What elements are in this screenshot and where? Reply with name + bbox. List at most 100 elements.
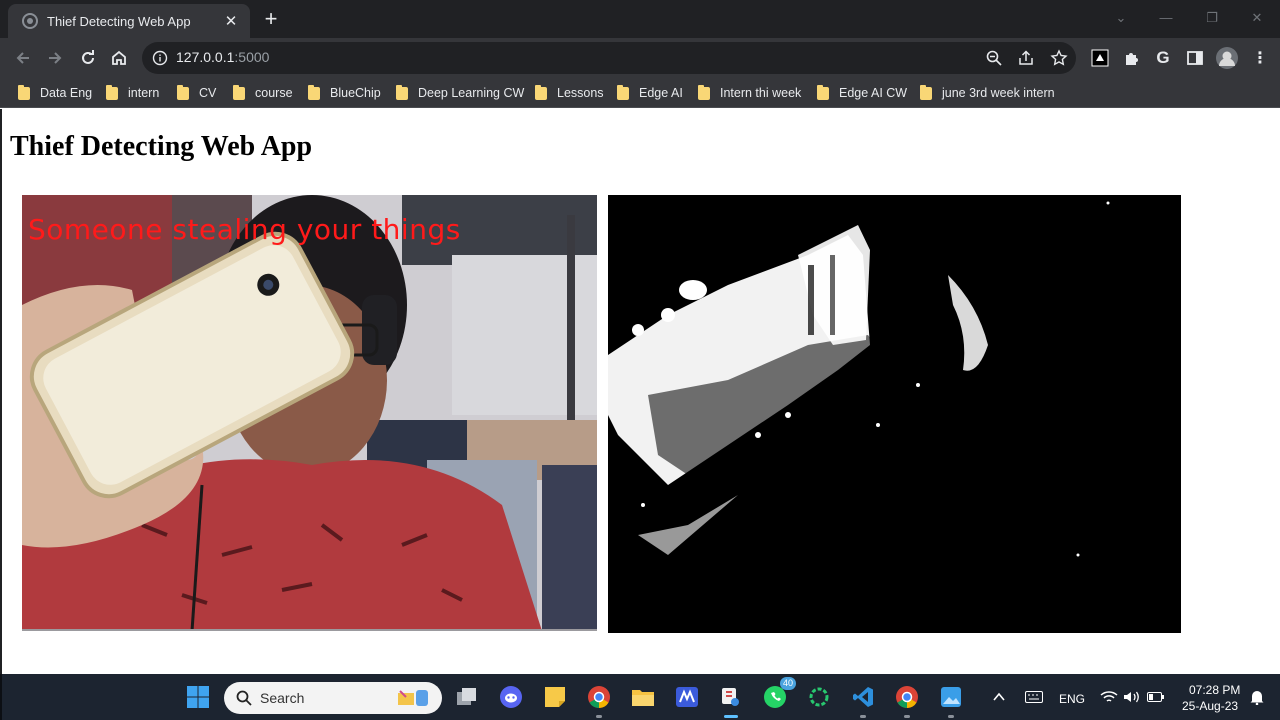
folder-icon (177, 84, 189, 100)
chrome-profile-icon[interactable] (892, 682, 922, 718)
keyboard-icon[interactable] (1020, 682, 1048, 712)
folder-icon (617, 84, 629, 100)
notification-bell-icon[interactable] (1245, 682, 1269, 712)
bookmark-label: course (255, 86, 293, 100)
file-explorer-icon[interactable] (628, 682, 658, 712)
chrome-icon[interactable] (584, 682, 614, 718)
url-text[interactable]: 127.0.0.1:5000 (176, 49, 269, 65)
photos-icon[interactable] (936, 682, 966, 718)
language-indicator[interactable]: ENG (1059, 692, 1085, 706)
zoom-icon[interactable] (985, 49, 1003, 72)
discord-icon[interactable] (496, 682, 526, 712)
bookmark-label: Deep Learning CW (418, 86, 525, 100)
snipping-tool-icon[interactable] (716, 682, 746, 718)
minimize-button[interactable]: — (1143, 6, 1189, 30)
bookmark-folder[interactable]: Lessons (535, 84, 604, 102)
extensions-puzzle-icon[interactable] (1121, 47, 1143, 69)
home-icon (112, 50, 126, 65)
motion-mask-scene (608, 195, 1181, 633)
whatsapp-badge: 40 (779, 677, 796, 690)
tab-search-icon[interactable]: ⌄ (1098, 6, 1144, 30)
folder-icon (396, 84, 408, 100)
forward-arrow-icon (49, 52, 62, 64)
bookmark-folder[interactable]: BlueChip (308, 84, 381, 102)
volume-icon[interactable] (1120, 682, 1144, 712)
forward-button[interactable] (43, 46, 67, 70)
menu-kebab-icon[interactable]: ⋮ (1249, 47, 1271, 69)
web-page: Thief Detecting Web App Someone stealing… (0, 109, 1280, 674)
bookmark-folder[interactable]: Edge AI CW (817, 84, 907, 102)
running-indicator (904, 715, 910, 718)
bookmark-folder[interactable]: CV (177, 84, 216, 102)
start-windows-icon[interactable] (183, 682, 213, 712)
bookmark-folder[interactable]: Deep Learning CW (396, 84, 524, 102)
sticky-notes-icon[interactable] (540, 682, 570, 712)
close-window-button[interactable]: ✕ (1234, 6, 1280, 30)
folder-icon (106, 84, 118, 100)
bookmark-folder[interactable]: course (233, 84, 293, 102)
bookmark-folder[interactable]: Intern thi week (698, 84, 801, 102)
bookmark-label: june 3rd week intern (942, 86, 1055, 100)
new-tab-button[interactable]: + (258, 6, 284, 32)
folder-icon (920, 84, 932, 100)
bookmark-label: Edge AI CW (839, 86, 908, 100)
bookmarks-bar: Data Eng intern CV course BlueChip Deep … (0, 78, 1280, 108)
chevron-up-icon[interactable] (987, 682, 1011, 712)
share-icon[interactable] (1017, 49, 1035, 72)
tab-favicon-icon (22, 13, 38, 29)
bookmark-folder[interactable]: Edge AI (617, 84, 683, 102)
browser-tab[interactable]: Thief Detecting Web App ✕ (8, 4, 250, 38)
task-view-icon[interactable] (452, 682, 482, 712)
bookmark-folder[interactable]: intern (106, 84, 159, 102)
folder-icon (233, 84, 245, 100)
bookmark-folder[interactable]: Data Eng (18, 84, 92, 102)
tab-close-icon[interactable]: ✕ (222, 12, 240, 30)
bookmark-label: Lessons (557, 86, 604, 100)
grammarly-g-icon[interactable]: G (1152, 47, 1174, 69)
taskbar-search[interactable]: Search (224, 682, 442, 714)
url-port: :5000 (234, 49, 270, 65)
folder-icon (308, 84, 320, 100)
bookmark-label: Edge AI (639, 86, 683, 100)
m-app-icon[interactable] (672, 682, 702, 712)
running-indicator (948, 715, 954, 718)
camera-feed-image: Someone stealing your things (22, 195, 597, 631)
clock-time[interactable]: 07:28 PM (1189, 683, 1240, 697)
reload-icon (82, 50, 94, 64)
running-indicator (860, 715, 866, 718)
camera-scene (22, 195, 597, 629)
wifi-icon[interactable] (1097, 682, 1121, 712)
url-host: 127.0.0.1 (176, 49, 235, 65)
whatsapp-icon[interactable]: 40 (760, 677, 796, 712)
bookmark-star-icon[interactable] (1050, 49, 1068, 72)
windows-taskbar: Search 40 ENG 07:28 PM 25-Aug-23 (0, 674, 1280, 720)
back-button[interactable] (11, 46, 35, 70)
battery-icon[interactable] (1144, 682, 1168, 712)
side-panel-icon[interactable] (1184, 47, 1206, 69)
bookmark-label: CV (199, 86, 217, 100)
folder-icon (18, 84, 30, 100)
bookmark-label: Intern thi week (720, 86, 802, 100)
browser-toolbar: 127.0.0.1:5000 G ⋮ (0, 38, 1280, 78)
vscode-icon[interactable] (848, 682, 878, 718)
restore-button[interactable]: ❐ (1189, 6, 1235, 30)
active-indicator (724, 715, 738, 718)
back-arrow-icon (16, 52, 29, 64)
alert-overlay-text: Someone stealing your things (28, 213, 461, 246)
browser-title-bar: Thief Detecting Web App ✕ + ⌄ — ❐ ✕ (0, 0, 1280, 38)
search-label: Search (260, 690, 305, 706)
bookmark-label: intern (128, 86, 160, 100)
address-bar[interactable]: 127.0.0.1:5000 (142, 42, 1076, 74)
bookmark-label: Data Eng (40, 86, 93, 100)
home-button[interactable] (107, 46, 131, 70)
bookmark-label: BlueChip (330, 86, 381, 100)
extension-triangle-icon[interactable] (1089, 47, 1111, 69)
profile-avatar[interactable] (1216, 47, 1238, 69)
reload-button[interactable] (76, 46, 100, 70)
tab-title: Thief Detecting Web App (47, 13, 191, 29)
running-indicator (596, 715, 602, 718)
loading-ring-icon[interactable] (804, 682, 834, 712)
clock-date[interactable]: 25-Aug-23 (1182, 699, 1238, 713)
site-info-icon[interactable] (152, 50, 168, 71)
bookmark-folder[interactable]: june 3rd week intern (920, 84, 1055, 102)
